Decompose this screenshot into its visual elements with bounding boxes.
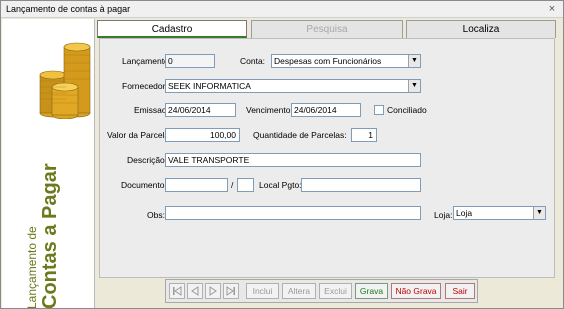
local-pgto-field[interactable] (301, 178, 421, 192)
app-window: Lançamento de contas à pagar × Lançament… (0, 0, 564, 309)
loja-select[interactable]: Loja ▼ (453, 206, 546, 220)
grava-button[interactable]: Grava (355, 283, 388, 299)
tab-pesquisa[interactable]: Pesquisa (251, 20, 403, 38)
dropdown-arrow-icon[interactable]: ▼ (408, 55, 420, 67)
last-record-icon[interactable] (223, 283, 239, 299)
first-record-icon[interactable] (169, 283, 185, 299)
loja-value: Loja (456, 208, 473, 218)
conta-select[interactable]: Despesas com Funcionários ▼ (271, 54, 421, 68)
nao-grava-button[interactable]: Não Grava (391, 283, 441, 299)
gold-coins-icon (39, 42, 91, 119)
window-title: Lançamento de contas à pagar (6, 4, 131, 14)
loja-label: Loja: (434, 210, 453, 220)
descricao-field[interactable]: VALE TRANSPORTE (165, 153, 421, 167)
sair-button[interactable]: Sair (445, 283, 475, 299)
conciliado-label: Conciliado (387, 105, 427, 115)
dropdown-arrow-icon[interactable]: ▼ (408, 80, 420, 92)
exclui-button[interactable]: Exclui (319, 283, 352, 299)
fornecedor-select[interactable]: SEEK INFORMATICA ▼ (165, 79, 421, 93)
side-title-line2: Contas a Pagar (39, 163, 61, 309)
obs-label: Obs: (147, 210, 165, 220)
fornecedor-label: Fornecedor: (122, 81, 168, 91)
obs-field[interactable] (165, 206, 421, 220)
lancamento-label: Lançamento: (122, 56, 172, 66)
valor-parcela-label: Valor da Parcela: (107, 130, 172, 140)
lancamento-field: 0 (165, 54, 215, 68)
next-record-icon[interactable] (205, 283, 221, 299)
side-banner: Lançamento de Contas a Pagar (2, 19, 95, 309)
inclui-button[interactable]: Inclui (246, 283, 279, 299)
close-icon[interactable]: × (545, 2, 559, 16)
emissao-field[interactable]: 24/06/2014 (165, 103, 236, 117)
documento-suffix-field[interactable] (237, 178, 254, 192)
tab-cadastro[interactable]: Cadastro (97, 20, 247, 38)
conciliado-checkbox[interactable] (374, 105, 384, 115)
vencimento-field[interactable]: 24/06/2014 (291, 103, 361, 117)
documento-label: Documento: (121, 180, 167, 190)
main-area: Cadastro Pesquisa Localiza Lançamento: 0… (96, 19, 563, 308)
record-navigator: Inclui Altera Exclui Grava Não Grava Sai… (165, 279, 478, 303)
tab-strip: Cadastro Pesquisa Localiza (96, 20, 556, 38)
side-title: Lançamento de Contas a Pagar (25, 163, 61, 309)
vencimento-label: Vencimento: (246, 105, 293, 115)
cadastro-panel: Lançamento: 0 Conta: Despesas com Funcio… (99, 38, 555, 278)
conta-label: Conta: (240, 56, 266, 66)
emissao-label: Emissao: (134, 105, 169, 115)
altera-button[interactable]: Altera (282, 283, 316, 299)
tab-localiza[interactable]: Localiza (406, 20, 556, 38)
fornecedor-value: SEEK INFORMATICA (168, 81, 251, 91)
conta-value: Despesas com Funcionários (274, 56, 382, 66)
title-bar: Lançamento de contas à pagar × (1, 1, 563, 18)
local-pgto-label: Local Pgto: (259, 180, 302, 190)
valor-parcela-field[interactable]: 100,00 (165, 128, 240, 142)
side-title-line1: Lançamento de (25, 226, 39, 309)
documento-field[interactable] (165, 178, 228, 192)
qtd-parcelas-field[interactable]: 1 (351, 128, 377, 142)
previous-record-icon[interactable] (187, 283, 203, 299)
descricao-label: Descrição: (127, 155, 168, 165)
dropdown-arrow-icon[interactable]: ▼ (533, 207, 545, 219)
qtd-parcelas-label: Quantidade de Parcelas: (253, 130, 347, 140)
documento-separator: / (231, 180, 234, 190)
